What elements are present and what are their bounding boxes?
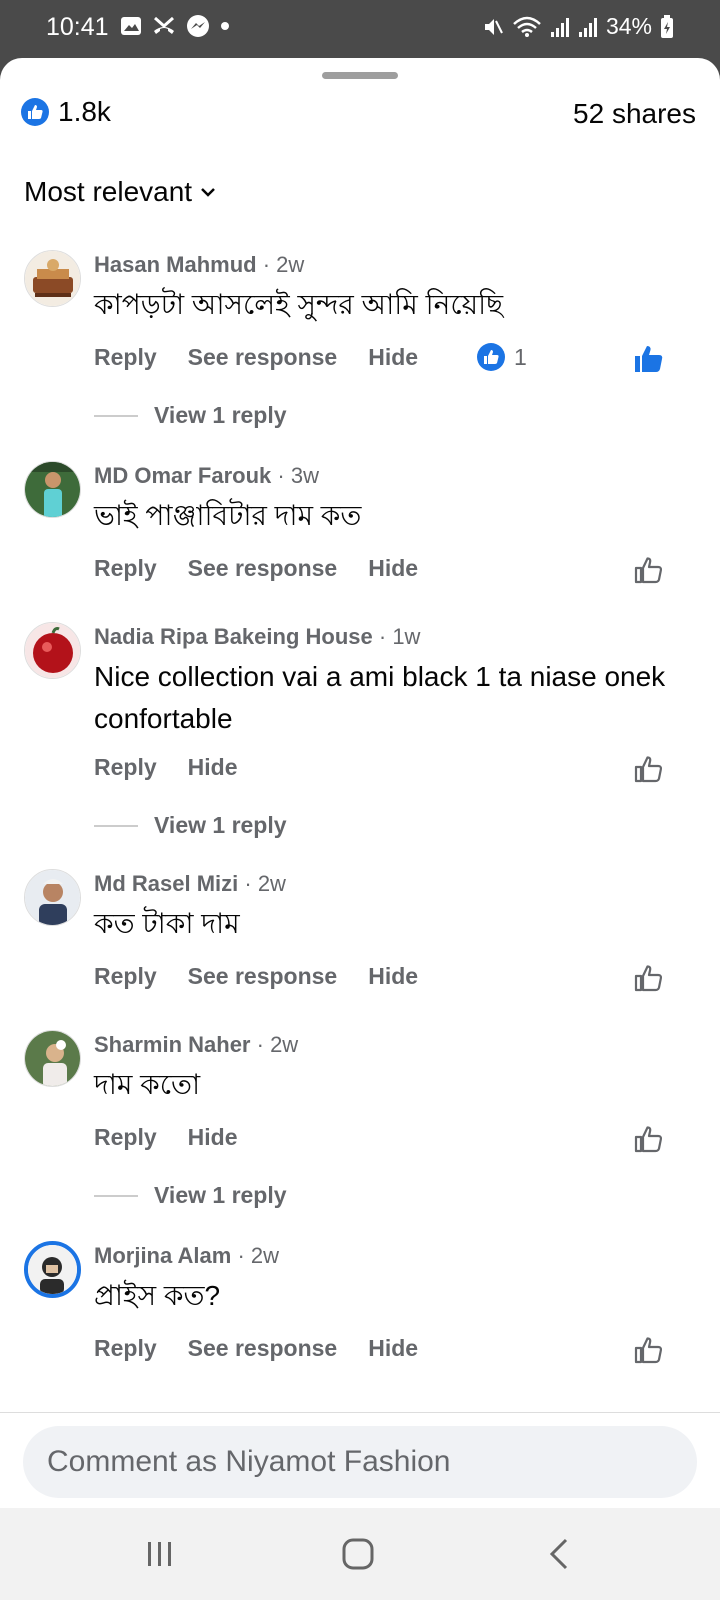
like-outline-icon[interactable] bbox=[632, 1333, 666, 1367]
avatar[interactable] bbox=[24, 622, 81, 679]
back-icon[interactable] bbox=[540, 1534, 580, 1574]
reaction-count: 1.8k bbox=[58, 96, 111, 127]
comment-item: Morjina Alam · 2w প্রাইস কত? Reply See r… bbox=[0, 1241, 720, 1381]
comment-author[interactable]: Nadia Ripa Bakeing House bbox=[94, 624, 373, 649]
shares-count[interactable]: 52 shares bbox=[573, 98, 696, 130]
see-response-button[interactable]: See response bbox=[188, 344, 338, 371]
comment-item: Sharmin Naher · 2w দাম কতো Reply Hide Vi… bbox=[0, 1030, 720, 1210]
avatar[interactable] bbox=[24, 461, 81, 518]
comment-input[interactable] bbox=[47, 1426, 667, 1498]
view-replies-label: View 1 reply bbox=[154, 1182, 287, 1208]
comment-author[interactable]: Md Rasel Mizi bbox=[94, 871, 238, 896]
view-replies-link[interactable]: View 1 reply bbox=[94, 812, 287, 839]
home-icon[interactable] bbox=[338, 1534, 378, 1574]
see-response-button[interactable]: See response bbox=[188, 963, 338, 990]
wifi-icon bbox=[513, 16, 541, 37]
comment-text: প্রাইস কত? bbox=[94, 1280, 221, 1311]
mute-icon bbox=[484, 18, 503, 35]
avatar[interactable] bbox=[24, 1030, 81, 1087]
comment-text: ভাই পাঞ্জাবিটার দাম কত bbox=[94, 500, 362, 531]
comment-composer-bar bbox=[0, 1412, 720, 1508]
hide-button[interactable]: Hide bbox=[368, 555, 418, 582]
comment-text: Nice collection vai a ami black 1 ta nia… bbox=[94, 661, 666, 734]
reply-button[interactable]: Reply bbox=[94, 1335, 157, 1362]
reply-button[interactable]: Reply bbox=[94, 344, 157, 371]
comment-text: কত টাকা দাম bbox=[94, 908, 240, 939]
sort-label: Most relevant bbox=[24, 176, 193, 207]
drag-handle[interactable] bbox=[322, 72, 398, 79]
comment-reaction-count: 1 bbox=[514, 343, 527, 370]
comment-text: কাপড়টা আসলেই সুন্দর আমি নিয়েছি bbox=[94, 289, 504, 320]
view-replies-label: View 1 reply bbox=[154, 402, 287, 428]
comment-reactions[interactable]: 1 bbox=[476, 342, 527, 372]
hide-button[interactable]: Hide bbox=[368, 1335, 418, 1362]
comment-item: MD Omar Farouk · 3w ভাই পাঞ্জাবিটার দাম … bbox=[0, 461, 720, 601]
signal-icon bbox=[578, 17, 597, 37]
sort-dropdown[interactable]: Most relevant bbox=[24, 176, 216, 208]
hide-button[interactable]: Hide bbox=[188, 1124, 238, 1151]
like-outline-icon[interactable] bbox=[632, 1122, 666, 1156]
see-response-button[interactable]: See response bbox=[188, 1335, 338, 1362]
comment-composer[interactable] bbox=[23, 1426, 697, 1498]
comment-text: দাম কতো bbox=[94, 1069, 201, 1100]
chevron-down-icon bbox=[201, 188, 215, 197]
comment-author[interactable]: Hasan Mahmud bbox=[94, 252, 257, 277]
comment-author[interactable]: Sharmin Naher bbox=[94, 1032, 251, 1057]
signal-icon bbox=[550, 17, 569, 37]
comment-time: · 2w bbox=[262, 252, 305, 277]
comment-item: Hasan Mahmud · 2w কাপড়টা আসলেই সুন্দর আ… bbox=[0, 250, 720, 430]
avatar[interactable] bbox=[24, 869, 81, 926]
comment-time: · 2w bbox=[256, 1032, 299, 1057]
reply-button[interactable]: Reply bbox=[94, 963, 157, 990]
hide-button[interactable]: Hide bbox=[368, 344, 418, 371]
comment-item: Md Rasel Mizi · 2w কত টাকা দাম Reply See… bbox=[0, 869, 720, 1009]
comment-time: · 3w bbox=[277, 463, 319, 488]
like-outline-icon[interactable] bbox=[632, 553, 666, 587]
comment-author[interactable]: Morjina Alam bbox=[94, 1243, 231, 1268]
hide-button[interactable]: Hide bbox=[188, 754, 238, 781]
gallery-icon bbox=[121, 17, 141, 35]
like-filled-icon[interactable] bbox=[632, 342, 666, 376]
reply-connector-line bbox=[94, 824, 138, 827]
battery-percent: 34% bbox=[605, 13, 652, 39]
comment-time: · 2w bbox=[244, 871, 286, 896]
comment-time: · 1w bbox=[378, 624, 421, 649]
reply-button[interactable]: Reply bbox=[94, 1124, 157, 1151]
see-response-button[interactable]: See response bbox=[188, 555, 338, 582]
view-replies-label: View 1 reply bbox=[154, 812, 287, 838]
reply-button[interactable]: Reply bbox=[94, 555, 157, 582]
status-time: 10:41 bbox=[46, 13, 109, 41]
missed-call-icon bbox=[154, 16, 174, 34]
avatar[interactable] bbox=[24, 250, 81, 307]
dot-icon bbox=[221, 22, 229, 30]
battery-icon bbox=[661, 14, 673, 38]
reply-button[interactable]: Reply bbox=[94, 754, 157, 781]
like-reaction-icon bbox=[477, 343, 505, 371]
reply-connector-line bbox=[94, 1194, 138, 1197]
comment-item: Nadia Ripa Bakeing House · 1w Nice colle… bbox=[0, 622, 720, 852]
comment-author[interactable]: MD Omar Farouk bbox=[94, 463, 271, 488]
system-nav-bar bbox=[0, 1508, 720, 1600]
hide-button[interactable]: Hide bbox=[368, 963, 418, 990]
avatar[interactable] bbox=[24, 1241, 81, 1298]
view-replies-link[interactable]: View 1 reply bbox=[94, 402, 287, 429]
status-bar: 10:41 34% bbox=[0, 0, 720, 58]
reaction-summary[interactable]: 1.8k bbox=[20, 96, 111, 128]
like-outline-icon[interactable] bbox=[632, 752, 666, 786]
view-replies-link[interactable]: View 1 reply bbox=[94, 1182, 287, 1209]
recent-apps-icon[interactable] bbox=[140, 1534, 180, 1574]
comments-sheet: 1.8k 52 shares Most relevant Hasan Mahmu… bbox=[0, 58, 720, 1508]
like-outline-icon[interactable] bbox=[632, 961, 666, 995]
comment-time: · 2w bbox=[237, 1243, 280, 1268]
reply-connector-line bbox=[94, 414, 138, 417]
messenger-icon bbox=[187, 15, 209, 37]
like-reaction-icon bbox=[21, 98, 49, 126]
